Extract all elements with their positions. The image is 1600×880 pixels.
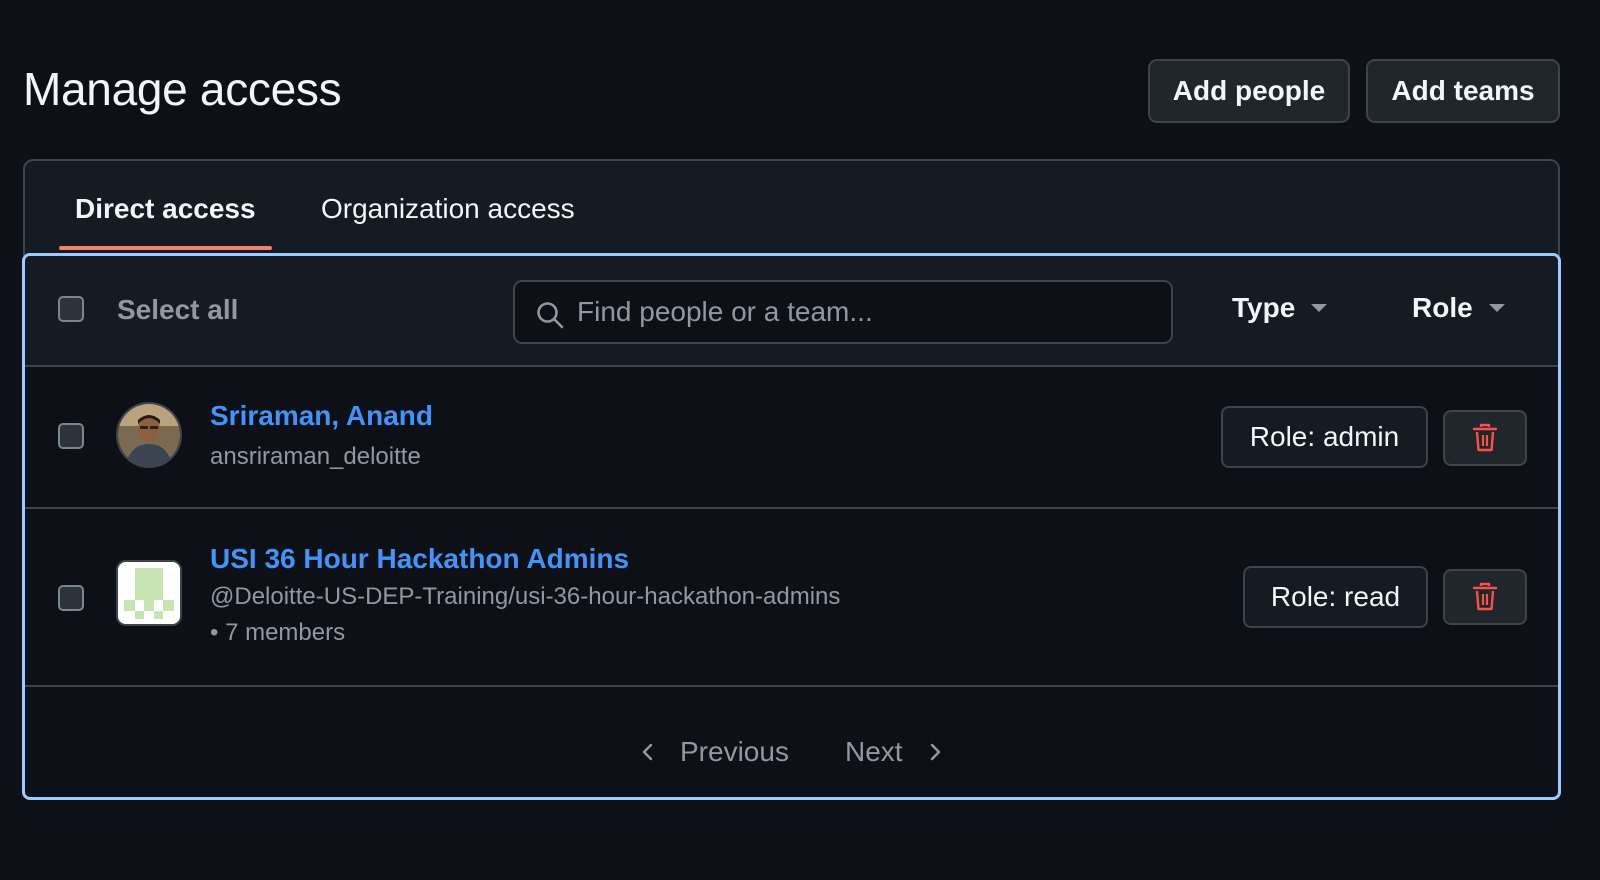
member-name-link[interactable]: Sriraman, Anand bbox=[210, 400, 433, 432]
role-filter-label: Role bbox=[1412, 292, 1473, 323]
caret-down-icon bbox=[1488, 304, 1505, 312]
pagination-previous-label: Previous bbox=[680, 736, 789, 767]
type-filter-dropdown[interactable]: Type bbox=[1232, 292, 1328, 324]
member-checkbox[interactable] bbox=[58, 585, 84, 611]
caret-down-icon bbox=[1311, 304, 1328, 312]
team-slug: @Deloitte-US-DEP-Training/usi-36-hour-ha… bbox=[210, 583, 841, 646]
tab-organization-access-label: Organization access bbox=[321, 192, 575, 224]
member-username: ansriraman_deloitte bbox=[210, 443, 421, 470]
avatar[interactable] bbox=[116, 402, 182, 468]
type-filter-label: Type bbox=[1232, 292, 1296, 323]
trash-icon bbox=[1472, 582, 1498, 611]
list-item: USI 36 Hour Hackathon Admins @Deloitte-U… bbox=[25, 509, 1558, 687]
role-button[interactable]: Role: admin bbox=[1221, 406, 1428, 468]
role-filter-dropdown[interactable]: Role bbox=[1412, 292, 1505, 324]
search-input[interactable] bbox=[577, 290, 1157, 334]
search-box bbox=[513, 280, 1173, 344]
select-all-checkbox[interactable] bbox=[58, 296, 84, 322]
team-identicon-icon bbox=[118, 562, 180, 624]
role-button[interactable]: Role: read bbox=[1243, 566, 1428, 628]
remove-member-button[interactable] bbox=[1443, 410, 1527, 466]
tab-organization-access[interactable]: Organization access bbox=[305, 161, 591, 256]
select-all-label: Select all bbox=[117, 294, 239, 325]
pagination-previous[interactable]: Previous bbox=[638, 736, 789, 768]
add-teams-button[interactable]: Add teams bbox=[1366, 59, 1560, 123]
tab-direct-access[interactable]: Direct access bbox=[59, 161, 272, 256]
pagination-next-label: Next bbox=[845, 736, 903, 767]
active-tab-indicator bbox=[59, 246, 272, 250]
tab-direct-access-label: Direct access bbox=[75, 192, 256, 224]
remove-team-button[interactable] bbox=[1443, 569, 1527, 625]
trash-icon bbox=[1472, 423, 1498, 452]
team-name-link[interactable]: USI 36 Hour Hackathon Admins bbox=[210, 543, 629, 575]
user-photo-icon bbox=[118, 404, 180, 466]
chevron-left-icon bbox=[642, 743, 653, 761]
manage-access-page: Manage access Add people Add teams Direc… bbox=[0, 0, 1600, 880]
page-title: Manage access bbox=[23, 63, 342, 115]
avatar[interactable] bbox=[116, 560, 182, 626]
member-checkbox[interactable] bbox=[58, 423, 84, 449]
chevron-right-icon bbox=[930, 743, 940, 761]
access-tabs: Direct access Organization access bbox=[23, 159, 1560, 256]
pagination-next[interactable]: Next bbox=[845, 736, 945, 768]
add-people-button[interactable]: Add people bbox=[1148, 59, 1350, 123]
list-toolbar: Select all Type Role bbox=[25, 256, 1558, 367]
list-item: Sriraman, Anand ansriraman_deloitte Role… bbox=[25, 367, 1558, 509]
search-icon bbox=[537, 302, 564, 329]
access-list-panel: Select all Type Role bbox=[22, 253, 1561, 800]
